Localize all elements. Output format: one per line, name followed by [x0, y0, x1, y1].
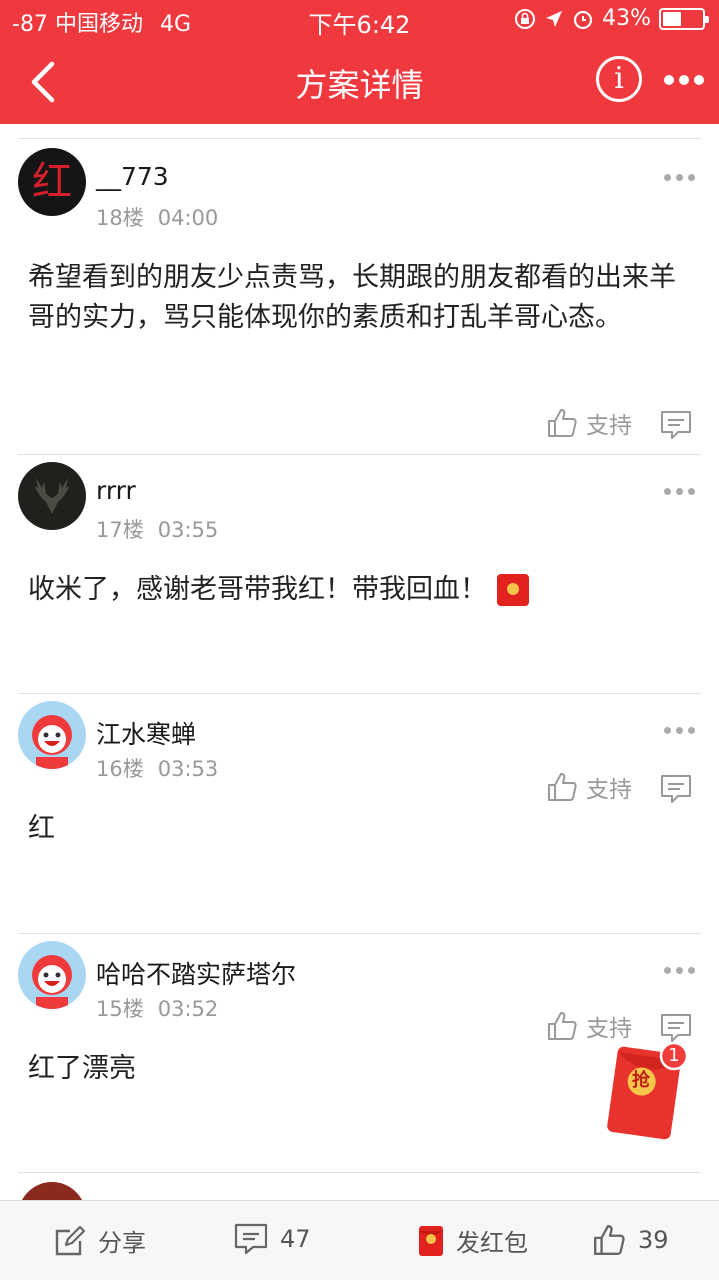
thumbs-up-icon: [548, 773, 577, 801]
cartoon-avatar-icon: [32, 715, 72, 769]
reply-icon[interactable]: [660, 1013, 692, 1043]
thumbs-up-icon: [548, 1012, 577, 1040]
reply-icon[interactable]: [660, 774, 692, 804]
comment-more-icon[interactable]: [664, 727, 695, 734]
like-count: 39: [638, 1226, 669, 1254]
send-red-packet-label: 发红包: [456, 1229, 528, 1257]
comment-icon: [234, 1223, 268, 1255]
avatar[interactable]: [18, 941, 86, 1009]
comment-time: 04:00: [157, 206, 219, 230]
comment-time: 03:55: [157, 518, 219, 542]
username[interactable]: rrrr: [96, 476, 136, 505]
send-red-packet-button[interactable]: 发红包: [418, 1223, 528, 1258]
avatar[interactable]: [18, 1182, 86, 1200]
comments-button[interactable]: 47: [234, 1223, 311, 1255]
floor-number: 16楼: [96, 757, 144, 781]
comment-count: 47: [280, 1225, 311, 1253]
comment-meta: 17楼 03:55: [96, 514, 218, 544]
red-envelope-icon: [419, 1225, 443, 1256]
comment-text: 红: [28, 813, 55, 844]
edit-share-icon: [55, 1225, 86, 1255]
thumbs-up-icon: [548, 409, 577, 437]
share-label: 分享: [98, 1229, 146, 1257]
divider: [18, 1172, 701, 1173]
rotation-lock-icon: [515, 8, 536, 29]
battery-icon: [659, 7, 709, 30]
support-label: 支持: [586, 777, 632, 803]
divider: [18, 454, 701, 455]
avatar[interactable]: [18, 701, 86, 769]
share-button[interactable]: 分享: [54, 1223, 146, 1258]
comment-more-icon[interactable]: [664, 174, 695, 181]
comment-meta: 15楼 03:52: [96, 993, 218, 1023]
divider: [18, 693, 701, 694]
status-icons: 43%: [514, 6, 709, 31]
bottom-action-bar: 分享 47 发红包 39: [0, 1200, 719, 1280]
support-label: 支持: [586, 1016, 632, 1042]
location-icon: [546, 10, 563, 27]
grab-red-packet-button[interactable]: 抢 1: [604, 1041, 690, 1142]
divider: [18, 933, 701, 934]
thumbs-up-icon: [594, 1225, 625, 1255]
more-options-icon[interactable]: [664, 70, 708, 90]
battery-percent: 43%: [602, 6, 651, 31]
support-button[interactable]: 支持: [546, 770, 632, 804]
comment-text: 红了漂亮: [28, 1053, 136, 1084]
avatar[interactable]: 红: [18, 148, 86, 216]
support-button[interactable]: 支持: [546, 406, 632, 440]
deer-head-icon: [34, 478, 70, 514]
comment-list[interactable]: 红 __773 18楼 04:00 希望看到的朋友少点责骂，长期跟的朋友都看的出来…: [0, 124, 719, 1200]
comment-time: 03:53: [157, 757, 219, 781]
floor-number: 15楼: [96, 997, 144, 1021]
cartoon-avatar-icon: [32, 955, 72, 1009]
username[interactable]: 哈哈不踏实萨塔尔: [96, 955, 296, 991]
comment-content: 收米了，感谢老哥带我红！带我回血！: [28, 570, 688, 610]
alarm-icon: [573, 10, 593, 29]
red-packet-emoji-icon: [497, 574, 529, 606]
comment-text: 希望看到的朋友少点责骂，长期跟的朋友都看的出来羊哥的实力，骂只能体现你的素质和打…: [28, 262, 676, 333]
notification-badge: 1: [668, 1045, 680, 1066]
status-bar: -87 中国移动 4G 下午6:42 43%: [0, 0, 719, 40]
username[interactable]: __773: [96, 162, 169, 191]
comment-meta: 16楼 03:53: [96, 753, 218, 783]
username[interactable]: 江水寒蝉: [96, 715, 196, 751]
divider: [18, 138, 701, 139]
comment-text: 收米了，感谢老哥带我红！带我回血！: [28, 574, 487, 605]
comment-more-icon[interactable]: [664, 488, 695, 495]
like-button[interactable]: 39: [592, 1223, 669, 1257]
grab-label: 抢: [632, 1070, 650, 1091]
comment-time: 03:52: [157, 997, 219, 1021]
support-button[interactable]: 支持: [546, 1009, 632, 1043]
info-icon[interactable]: i: [596, 56, 642, 102]
comment-meta: 18楼 04:00: [96, 202, 218, 232]
reply-icon[interactable]: [660, 410, 692, 440]
support-label: 支持: [586, 413, 632, 439]
floor-number: 17楼: [96, 518, 144, 542]
floor-number: 18楼: [96, 206, 144, 230]
avatar[interactable]: [18, 462, 86, 530]
comment-more-icon[interactable]: [664, 967, 695, 974]
nav-bar: 方案详情 i: [0, 40, 719, 124]
